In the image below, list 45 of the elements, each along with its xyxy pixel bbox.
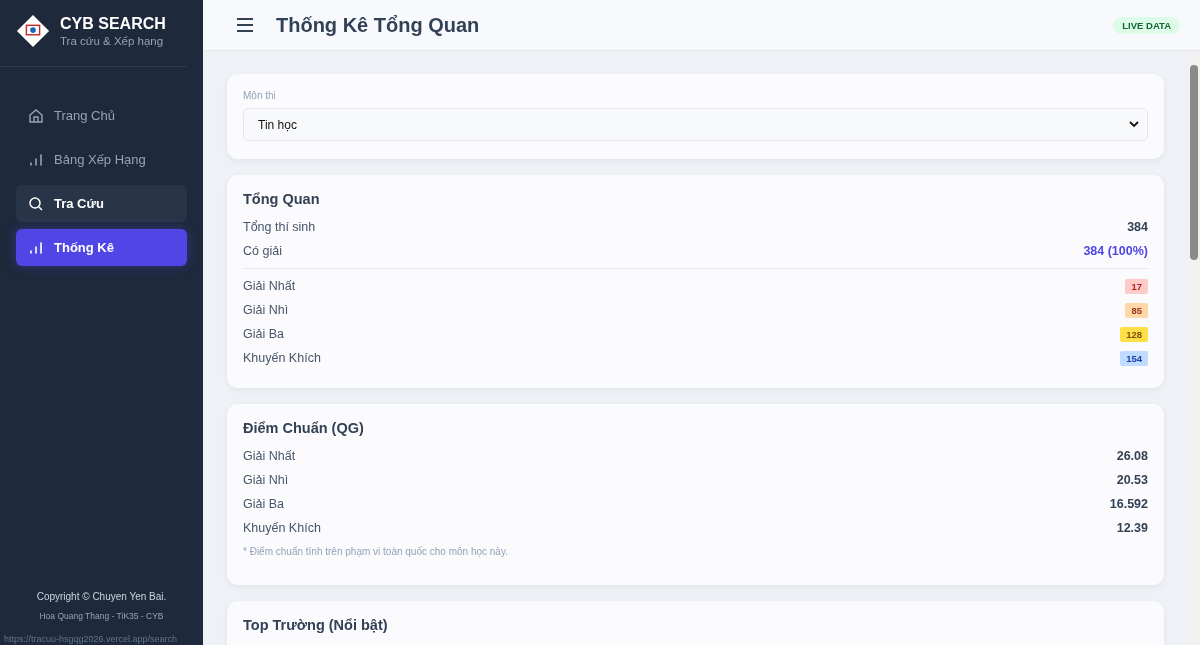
nav-item[interactable]: Bảng Xếp Hạng bbox=[16, 141, 187, 178]
prize-label: Khuyến Khích bbox=[243, 521, 321, 535]
count-badge: 85 bbox=[1125, 302, 1148, 318]
live-badge: LIVE DATA bbox=[1113, 16, 1180, 34]
menu-icon[interactable] bbox=[236, 18, 254, 32]
nav-item[interactable]: Tra Cứu bbox=[16, 185, 187, 222]
prize-label: Khuyến Khích bbox=[243, 351, 321, 365]
card-title: Tổng Quan bbox=[243, 191, 321, 207]
scrollbar[interactable] bbox=[1188, 51, 1200, 645]
stat-value: 384 (100%) bbox=[1083, 244, 1148, 258]
nav-item[interactable]: Trang Chủ bbox=[16, 97, 187, 134]
page-title: Thống Kê Tổng Quan bbox=[276, 13, 481, 37]
cutoff-score: 20.53 bbox=[1116, 473, 1148, 487]
cutoff-score: 16.592 bbox=[1109, 497, 1148, 511]
stat-label: Tổng thí sinh bbox=[243, 220, 316, 234]
home-icon bbox=[28, 107, 44, 124]
count-badge: 128 bbox=[1120, 326, 1148, 342]
chevron-down-icon bbox=[1129, 121, 1139, 128]
card-title: Top Trường (Nổi bật) bbox=[243, 617, 389, 633]
prize-label: Giải Nhất bbox=[243, 449, 296, 463]
footnote: * Điểm chuẩn tính trên phạm vi toàn quốc cho môn học này. bbox=[243, 546, 509, 557]
prize-label: Giải Nhì bbox=[243, 473, 289, 487]
cutoff-score: 12.39 bbox=[1116, 521, 1148, 535]
copyright-text: Copyright © Chuyen Yen Bai. bbox=[36, 591, 167, 602]
bar-chart-icon bbox=[28, 151, 44, 168]
card-title: Điểm Chuẩn (QG) bbox=[243, 420, 365, 436]
count-badge: 154 bbox=[1120, 350, 1148, 366]
prize-label: Giải Ba bbox=[243, 497, 284, 511]
bar-chart-icon bbox=[28, 239, 44, 256]
status-url: https://tracuu-hsgqg2026.vercel.app/search bbox=[3, 633, 179, 645]
cutoff-score: 26.08 bbox=[1116, 449, 1148, 463]
field-label: Môn thi bbox=[243, 90, 277, 101]
brand-subtitle: Tra cứu & Xếp hạng bbox=[60, 35, 165, 47]
nav-item[interactable]: Thống Kê bbox=[16, 229, 187, 266]
prize-label: Giải Ba bbox=[243, 327, 284, 341]
author-text: Hoa Quang Thang - TiK35 - CYB bbox=[39, 611, 164, 621]
prize-label: Giải Nhì bbox=[243, 303, 289, 317]
logo-icon bbox=[16, 14, 50, 48]
prize-label: Giải Nhất bbox=[243, 279, 296, 293]
search-icon bbox=[28, 195, 44, 212]
subject-select[interactable]: Tin học bbox=[243, 108, 1148, 141]
stat-value: 384 bbox=[1127, 220, 1148, 234]
count-badge: 17 bbox=[1125, 278, 1148, 294]
stat-label: Có giải bbox=[243, 244, 282, 258]
brand-title: CYB SEARCH bbox=[60, 15, 166, 33]
